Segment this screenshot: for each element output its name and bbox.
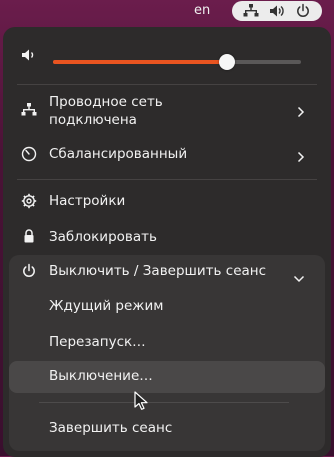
volume-row bbox=[3, 35, 331, 73]
suspend-item[interactable]: Ждущий режим bbox=[9, 291, 325, 323]
power-mode-item[interactable]: Сбалансированный bbox=[9, 137, 325, 171]
power-off-group-label: Выключить / Завершить сеанс bbox=[49, 263, 267, 279]
chevron-down-icon bbox=[293, 268, 305, 287]
power-off-item[interactable]: Выключение… bbox=[9, 361, 325, 393]
power-mode-label: Сбалансированный bbox=[49, 146, 188, 162]
volume-icon bbox=[21, 47, 37, 67]
lock-label: Заблокировать bbox=[49, 229, 157, 245]
power-off-label: Выключение… bbox=[49, 368, 153, 384]
chevron-right-icon bbox=[297, 148, 305, 167]
log-out-item[interactable]: Завершить сеанс bbox=[9, 413, 325, 445]
settings-item[interactable]: Настройки bbox=[9, 185, 325, 217]
keyboard-layout-indicator[interactable]: en bbox=[194, 3, 210, 18]
mouse-cursor-icon bbox=[134, 391, 148, 415]
log-out-label: Завершить сеанс bbox=[49, 420, 173, 436]
system-tray[interactable] bbox=[232, 1, 322, 21]
gear-icon bbox=[21, 193, 37, 213]
volume-slider-fill bbox=[53, 60, 227, 64]
power-icon bbox=[295, 3, 311, 19]
top-bar: en bbox=[0, 0, 334, 22]
divider bbox=[17, 179, 317, 180]
suspend-label: Ждущий режим bbox=[49, 298, 164, 314]
volume-slider[interactable] bbox=[53, 54, 301, 70]
power-off-group-header[interactable]: Выключить / Завершить сеанс bbox=[9, 255, 325, 289]
lock-icon bbox=[21, 228, 37, 248]
restart-item[interactable]: Перезапуск… bbox=[9, 327, 325, 359]
chevron-right-icon bbox=[297, 103, 305, 122]
volume-icon bbox=[269, 4, 285, 18]
network-wired-icon bbox=[243, 4, 259, 18]
system-menu: Проводное сеть подключена Сбалансированн… bbox=[3, 27, 331, 457]
volume-slider-handle[interactable] bbox=[218, 54, 235, 70]
network-wired-icon bbox=[21, 102, 37, 121]
settings-label: Настройки bbox=[49, 193, 126, 209]
divider bbox=[39, 402, 289, 403]
power-off-submenu: Выключить / Завершить сеанс Ждущий режим… bbox=[9, 255, 325, 451]
lock-item[interactable]: Заблокировать bbox=[9, 221, 325, 253]
network-item-label: Проводное сеть подключена bbox=[49, 94, 163, 128]
power-mode-gauge-icon bbox=[21, 146, 37, 166]
divider bbox=[17, 84, 317, 85]
restart-label: Перезапуск… bbox=[49, 334, 146, 350]
network-item[interactable]: Проводное сеть подключена bbox=[9, 89, 325, 133]
power-icon bbox=[21, 263, 37, 283]
